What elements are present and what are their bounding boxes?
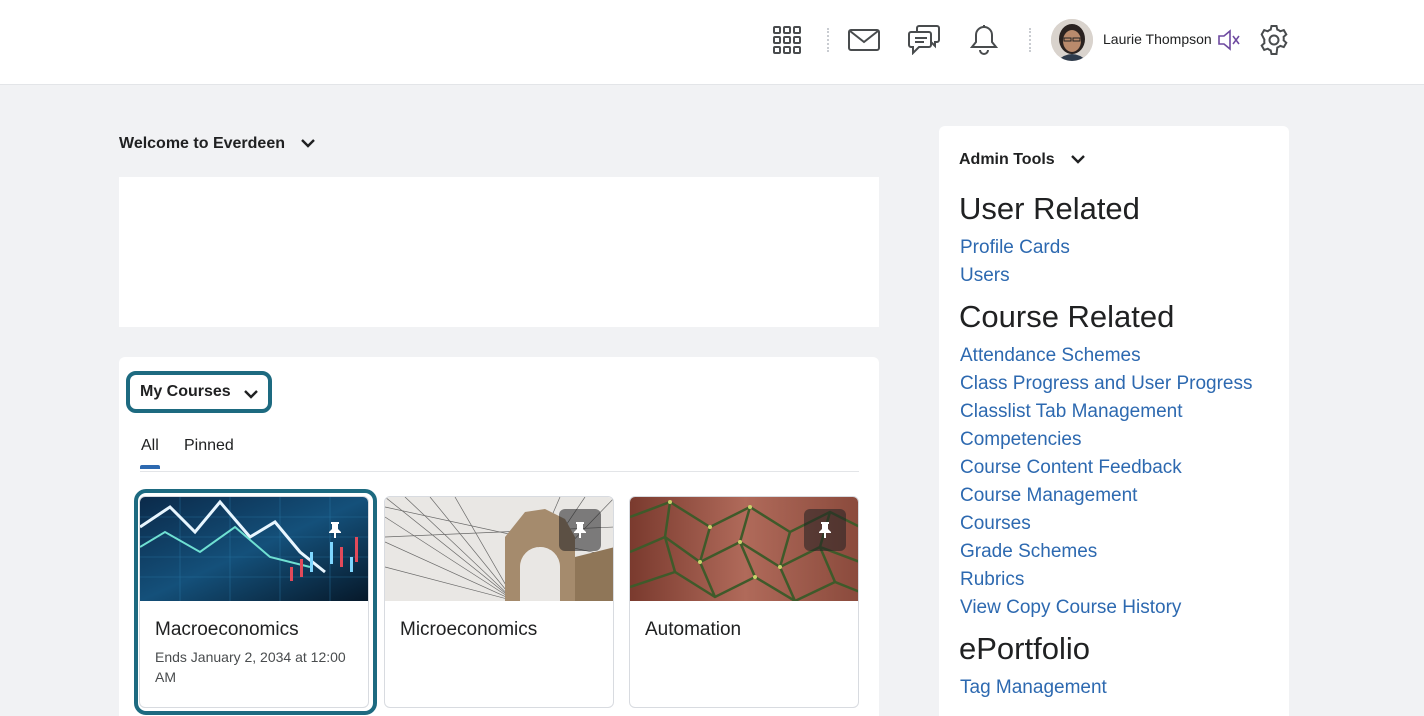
grid-apps-icon[interactable] [767, 20, 807, 60]
course-image [630, 497, 858, 601]
chevron-down-icon[interactable] [1070, 151, 1085, 169]
pin-icon[interactable] [559, 509, 601, 551]
admin-tools-title-text: Admin Tools [959, 151, 1055, 168]
link-classlist-tab-management[interactable]: Classlist Tab Management [960, 401, 1182, 423]
link-view-copy-course-history[interactable]: View Copy Course History [960, 597, 1181, 619]
welcome-widget-title[interactable]: Welcome to Everdeen [119, 135, 315, 153]
link-competencies[interactable]: Competencies [960, 429, 1081, 451]
link-users[interactable]: Users [960, 265, 1010, 287]
course-name: Microeconomics [400, 619, 538, 640]
section-heading-user-related: User Related [959, 191, 1140, 226]
tabs-divider [140, 471, 859, 472]
course-card-microeconomics[interactable]: Microeconomics [384, 496, 614, 708]
admin-tools-title[interactable]: Admin Tools [959, 151, 1085, 169]
course-name: Automation [645, 619, 742, 640]
tab-selected-indicator [140, 465, 160, 469]
section-heading-eportfolio: ePortfolio [959, 631, 1090, 666]
my-courses-title: My Courses [140, 383, 231, 400]
link-courses[interactable]: Courses [960, 513, 1031, 535]
link-rubrics[interactable]: Rubrics [960, 569, 1024, 591]
link-course-content-feedback[interactable]: Course Content Feedback [960, 457, 1182, 479]
focus-ring [134, 489, 377, 715]
link-profile-cards[interactable]: Profile Cards [960, 237, 1070, 259]
avatar[interactable] [1051, 19, 1093, 61]
section-heading-course-related: Course Related [959, 299, 1175, 334]
course-image [385, 497, 613, 601]
header-divider [1029, 28, 1031, 52]
course-card-automation[interactable]: Automation [629, 496, 859, 708]
chevron-down-icon [244, 386, 258, 404]
tab-pinned[interactable]: Pinned [184, 437, 234, 455]
chat-icon[interactable] [904, 20, 944, 60]
link-tag-management[interactable]: Tag Management [960, 677, 1107, 699]
link-course-management[interactable]: Course Management [960, 485, 1137, 507]
tab-all[interactable]: All [141, 437, 159, 455]
gear-icon[interactable] [1254, 20, 1294, 60]
bell-icon[interactable] [964, 20, 1004, 60]
speaker-icon[interactable] [1209, 20, 1249, 60]
my-courses-menu-button[interactable]: My Courses [126, 371, 272, 413]
chevron-down-icon[interactable] [301, 135, 315, 153]
user-name[interactable]: Laurie Thompson [1103, 31, 1212, 47]
welcome-title-text: Welcome to Everdeen [119, 135, 285, 152]
link-attendance-schemes[interactable]: Attendance Schemes [960, 345, 1141, 367]
welcome-widget-body [119, 177, 879, 327]
mail-icon[interactable] [844, 20, 884, 60]
header-divider [827, 28, 829, 52]
pin-icon[interactable] [804, 509, 846, 551]
link-grade-schemes[interactable]: Grade Schemes [960, 541, 1097, 563]
link-class-progress[interactable]: Class Progress and User Progress [960, 373, 1253, 395]
